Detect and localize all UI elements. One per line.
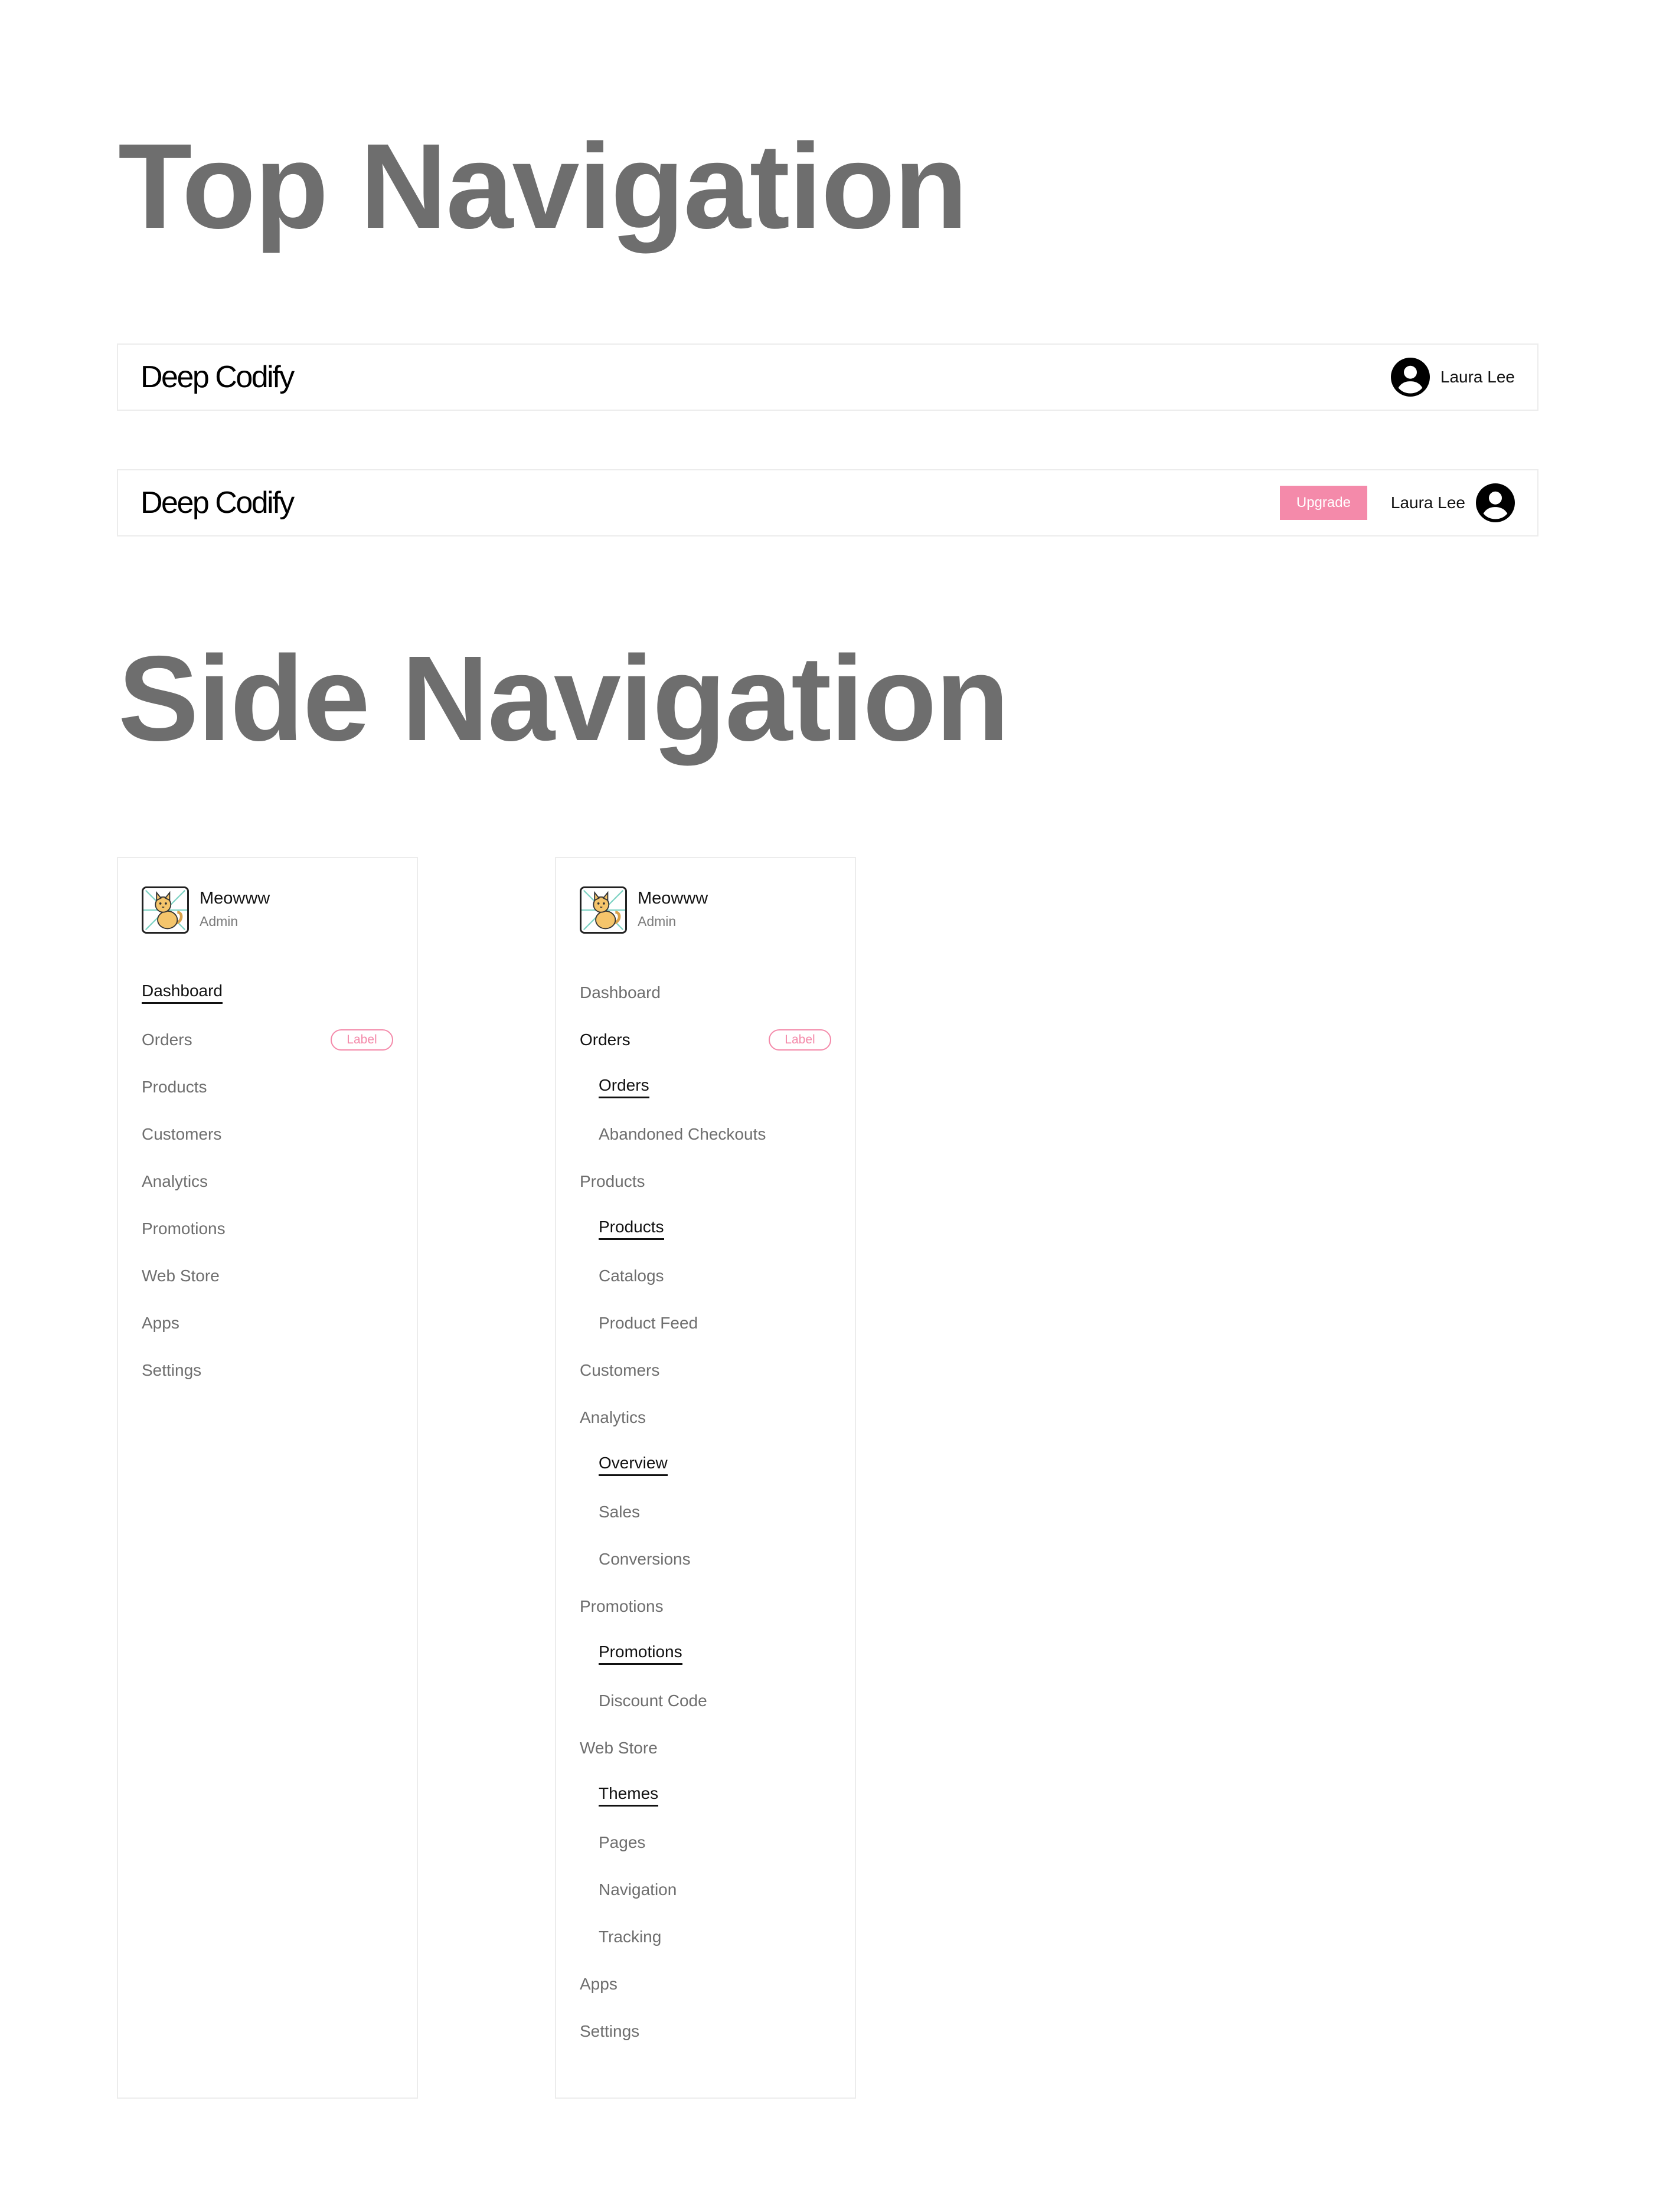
submenu-item-promotions[interactable]: Promotions [580, 1630, 831, 1677]
sidebar-item-customers[interactable]: Customers [580, 1347, 831, 1394]
menu-item-label: Analytics [142, 1172, 208, 1190]
menu-item-label: Product Feed [599, 1314, 698, 1332]
sidebar-item-analytics[interactable]: Analytics [142, 1158, 393, 1205]
menu-item-label: Products [599, 1218, 664, 1240]
menu-item-label: Dashboard [142, 981, 223, 1004]
cat-avatar-icon [580, 886, 627, 934]
nav-menu: Dashboard Orders Label Products Customers Ana… [142, 969, 393, 1394]
menu-item-label: Settings [142, 1361, 202, 1379]
submenu-item-pages[interactable]: Pages [580, 1819, 831, 1866]
cat-avatar-icon [142, 886, 189, 934]
submenu-item-navigation[interactable]: Navigation [580, 1866, 831, 1913]
menu-item-label: Sales [599, 1503, 641, 1521]
submenu-item-conversions[interactable]: Conversions [580, 1536, 831, 1583]
sidebar-item-dashboard[interactable]: Dashboard [142, 969, 393, 1016]
sidebar-item-products[interactable]: Products [580, 1158, 831, 1205]
label-badge: Label [331, 1029, 393, 1051]
menu-item-label: Pages [599, 1833, 646, 1851]
menu-item-label: Abandoned Checkouts [599, 1125, 766, 1143]
sidebar-item-apps[interactable]: Apps [580, 1961, 831, 2008]
user-circle-icon[interactable] [1476, 483, 1515, 522]
sidebar-item-customers[interactable]: Customers [142, 1111, 393, 1158]
side-navigation-title: Side Navigation [118, 631, 1010, 766]
menu-item-label: Apps [580, 1975, 618, 1993]
top-navbar-simple: Deep Codify Laura Lee [117, 343, 1538, 411]
menu-item-label: Customers [142, 1125, 222, 1143]
menu-item-label: Dashboard [580, 983, 661, 1002]
menu-item-label: Web Store [580, 1739, 658, 1757]
top-navbar-upgrade: Deep Codify Upgrade Laura Lee [117, 469, 1538, 536]
menu-item-label: Themes [599, 1784, 659, 1807]
menu-item-label: Orders [580, 1030, 631, 1049]
menu-item-label: Products [580, 1172, 645, 1190]
submenu-item-overview[interactable]: Overview [580, 1441, 831, 1488]
sidebar-item-settings[interactable]: Settings [580, 2008, 831, 2055]
sidebar-item-web-store[interactable]: Web Store [580, 1725, 831, 1772]
submenu-item-catalogs[interactable]: Catalogs [580, 1252, 831, 1300]
submenu-item-abandoned-checkouts[interactable]: Abandoned Checkouts [580, 1111, 831, 1158]
submenu-item-sales[interactable]: Sales [580, 1488, 831, 1536]
profile[interactable]: Meowww Admin [580, 886, 828, 936]
user-circle-icon [1390, 358, 1430, 397]
label-badge: Label [769, 1029, 831, 1051]
menu-item-label: Promotions [580, 1597, 664, 1615]
submenu-item-orders[interactable]: Orders [580, 1064, 831, 1111]
menu-item-label: Tracking [599, 1928, 662, 1946]
brand-logo[interactable]: Deep Codify [141, 485, 295, 521]
nav-menu: Dashboard Orders Label Orders Abandoned Chec… [580, 969, 831, 2055]
profile-name: Meowww [200, 889, 270, 908]
top-navigation-title: Top Navigation [118, 119, 968, 254]
menu-item-label: Customers [580, 1361, 660, 1379]
side-nav-collapsed: Meowww Admin Dashboard Orders Label Product… [117, 857, 418, 2099]
menu-item-label: Discount Code [599, 1691, 707, 1710]
menu-item-label: Settings [580, 2022, 640, 2040]
user-menu[interactable]: Laura Lee [1390, 345, 1515, 410]
sidebar-item-orders[interactable]: Orders Label [580, 1016, 831, 1064]
sidebar-item-orders[interactable]: Orders Label [142, 1016, 393, 1064]
profile-name: Meowww [638, 889, 708, 908]
sidebar-item-settings[interactable]: Settings [142, 1347, 393, 1394]
upgrade-button[interactable]: Upgrade [1279, 486, 1367, 520]
submenu-item-tracking[interactable]: Tracking [580, 1913, 831, 1961]
menu-item-label: Orders [142, 1030, 192, 1049]
sidebar-item-dashboard[interactable]: Dashboard [580, 969, 831, 1016]
menu-item-label: Promotions [599, 1642, 682, 1665]
submenu-item-product-feed[interactable]: Product Feed [580, 1300, 831, 1347]
brand-logo[interactable]: Deep Codify [141, 359, 295, 395]
sidebar-item-apps[interactable]: Apps [142, 1300, 393, 1347]
user-name[interactable]: Laura Lee [1391, 493, 1465, 512]
sidebar-item-promotions[interactable]: Promotions [580, 1583, 831, 1630]
user-name: Laura Lee [1440, 368, 1515, 386]
sidebar-item-analytics[interactable]: Analytics [580, 1394, 831, 1441]
sidebar-item-web-store[interactable]: Web Store [142, 1252, 393, 1300]
profile-role: Admin [638, 914, 677, 929]
menu-item-label: Analytics [580, 1408, 646, 1426]
profile[interactable]: Meowww Admin [142, 886, 390, 936]
menu-item-label: Web Store [142, 1267, 220, 1285]
profile-role: Admin [200, 914, 239, 929]
submenu-item-themes[interactable]: Themes [580, 1772, 831, 1819]
menu-item-label: Products [142, 1078, 207, 1096]
side-nav-expanded: Meowww Admin Dashboard Orders Label Orders A… [555, 857, 856, 2099]
user-area: Upgrade Laura Lee [1279, 470, 1515, 535]
menu-item-label: Overview [599, 1454, 668, 1476]
menu-item-label: Navigation [599, 1880, 677, 1899]
sidebar-item-products[interactable]: Products [142, 1064, 393, 1111]
menu-item-label: Orders [599, 1076, 649, 1098]
sidebar-item-promotions[interactable]: Promotions [142, 1205, 393, 1252]
menu-item-label: Apps [142, 1314, 179, 1332]
submenu-item-discount-code[interactable]: Discount Code [580, 1677, 831, 1725]
submenu-item-products[interactable]: Products [580, 1205, 831, 1252]
menu-item-label: Conversions [599, 1550, 691, 1568]
menu-item-label: Catalogs [599, 1267, 664, 1285]
menu-item-label: Promotions [142, 1219, 226, 1238]
